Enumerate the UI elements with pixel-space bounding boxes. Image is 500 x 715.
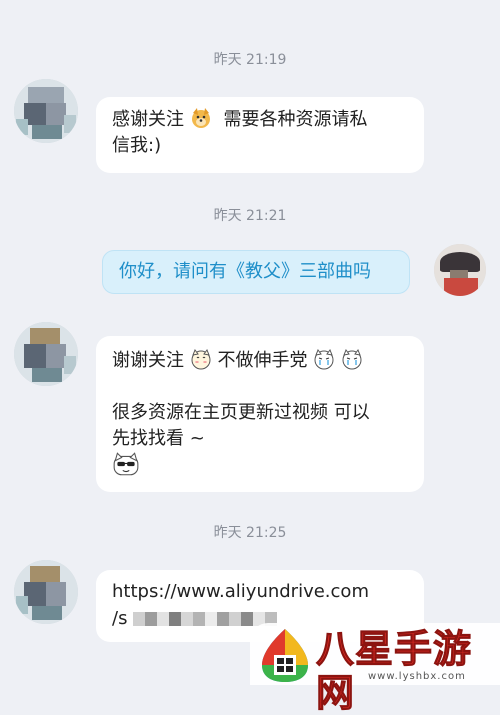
site-url: www.lyshbx.com	[368, 671, 466, 682]
sender-avatar[interactable]	[14, 79, 78, 143]
link-text[interactable]: https://www.aliyundrive.com	[112, 578, 408, 605]
message-text: 你好，请问有《教父》三部曲吗	[119, 261, 371, 282]
cat-emoji-icon	[191, 348, 211, 370]
sender-avatar[interactable]	[14, 322, 78, 386]
link-text[interactable]: /s	[112, 608, 127, 629]
my-avatar[interactable]	[434, 244, 486, 296]
message-text: 很多资源在主页更新过视频 可以	[112, 402, 370, 423]
crying-cat-emoji-icon	[342, 348, 362, 370]
message-text: 先找找看 ~	[112, 428, 205, 449]
message-bubble[interactable]: 谢谢关注 不做伸手党 很多资源在主页更新过视频 可以 先找找看 ~	[96, 336, 424, 492]
message-text: 需要各种资源请私	[223, 109, 368, 130]
message-text: 信我:)	[112, 135, 162, 156]
crying-cat-emoji-icon	[314, 348, 334, 370]
timestamp: 昨天 21:21	[213, 208, 287, 224]
site-logo-icon	[262, 629, 308, 682]
timestamp: 昨天 21:25	[213, 525, 287, 541]
message-bubble[interactable]: 感谢关注 需要各种资源请私 信我:)	[96, 97, 424, 173]
message-text: 谢谢关注	[112, 350, 184, 371]
doge-emoji-icon	[191, 108, 210, 128]
timestamp: 昨天 21:19	[213, 52, 287, 68]
message-text: 感谢关注	[112, 109, 184, 130]
site-watermark: 八星手游网 www.lyshbx.com	[250, 623, 500, 715]
message-text: 不做伸手党	[217, 350, 308, 371]
sender-avatar[interactable]	[14, 560, 78, 624]
my-message-bubble[interactable]: 你好，请问有《教父》三部曲吗	[102, 250, 410, 294]
redacted-text	[133, 608, 278, 629]
sunglasses-cat-emoji-icon	[113, 452, 139, 476]
